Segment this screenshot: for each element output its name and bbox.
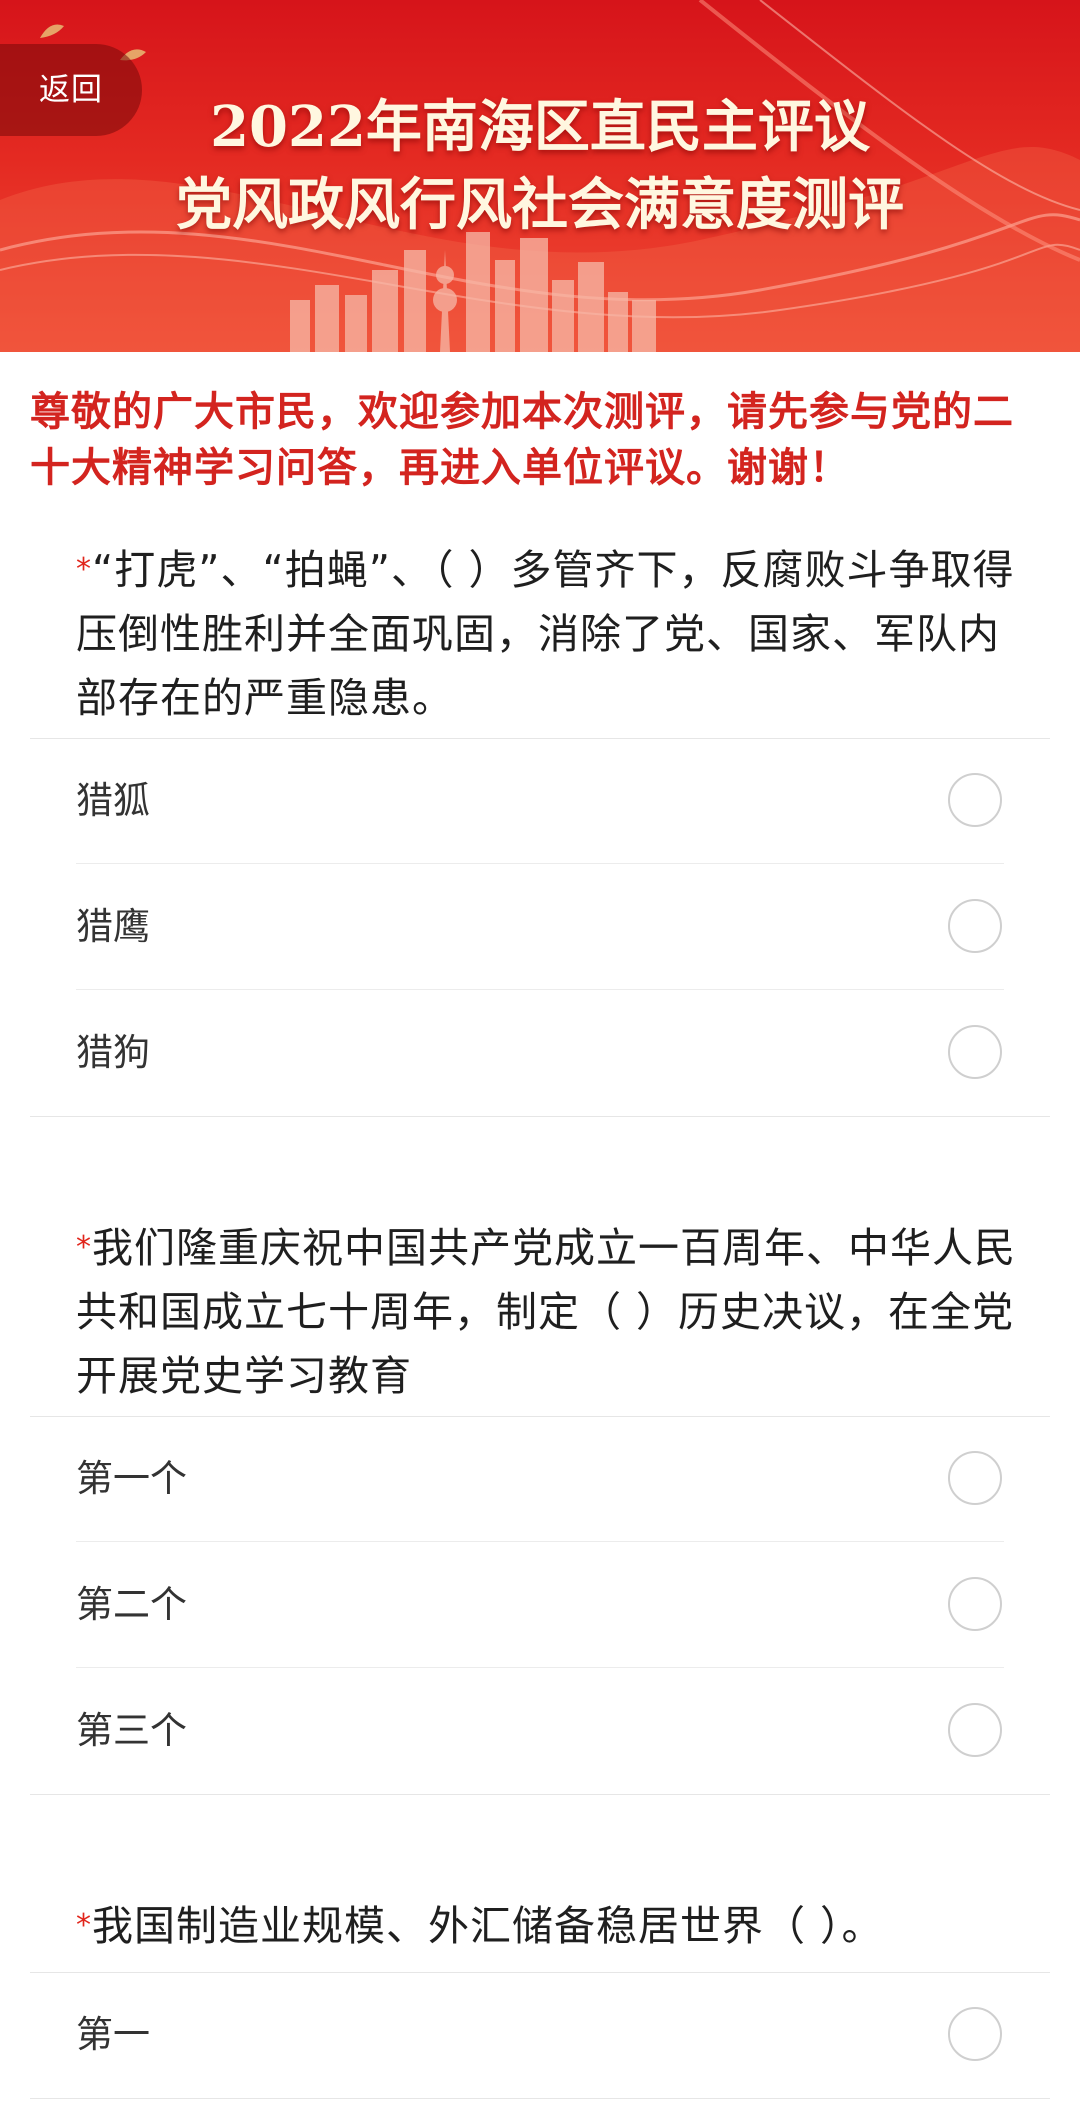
option-label: 第一个 [76,1457,187,1500]
radio-button[interactable] [948,773,1002,827]
option-label: 猎狐 [76,779,150,822]
option-label: 第二个 [76,1583,187,1626]
required-star: * [76,1908,92,1943]
page-title-line1: 2022年南海区直民主评议 [210,94,870,160]
welcome-notice: 尊敬的广大市民，欢迎参加本次测评，请先参与党的二十大精神学习问答，再进入单位评议… [30,389,1014,491]
divider [30,1116,1050,1117]
question-3: *我国制造业规模、外汇储备稳居世界（ ）。 [76,1894,1036,1958]
option-label: 第一 [76,2013,150,2056]
header-banner: 返回 2022年南海区直民主评议 党风政风行风社会满意度测评 [0,0,1080,352]
question-2: *我们隆重庆祝中国共产党成立一百周年、中华人民共和国成立七十周年，制定（ ）历史… [76,1216,1036,1408]
radio-button[interactable] [948,1703,1002,1757]
option-label: 猎鹰 [76,905,150,948]
option-q3-1[interactable]: 第一 [30,1972,1050,2098]
divider [30,2098,1050,2099]
option-q2-1[interactable]: 第一个 [30,1416,1050,1542]
divider [30,1794,1050,1795]
question-text: “打虎”、“拍蝇”、（ ）多管齐下，反腐败斗争取得压倒性胜利并全面巩固，消除了党… [76,546,1015,722]
radio-button[interactable] [948,899,1002,953]
option-q1-2[interactable]: 猎鹰 [30,864,1050,990]
option-q1-1[interactable]: 猎狐 [30,738,1050,864]
question-text: 我国制造业规模、外汇储备稳居世界（ ）。 [92,1902,884,1950]
required-star: * [76,552,92,587]
radio-button[interactable] [948,1577,1002,1631]
option-q2-3[interactable]: 第三个 [30,1668,1050,1794]
radio-button[interactable] [948,2007,1002,2061]
radio-button[interactable] [948,1025,1002,1079]
option-label: 猎狗 [76,1031,150,1074]
option-q2-2[interactable]: 第二个 [30,1542,1050,1668]
question-text: 我们隆重庆祝中国共产党成立一百周年、中华人民共和国成立七十周年，制定（ ）历史决… [76,1224,1016,1400]
radio-button[interactable] [948,1451,1002,1505]
page-title-line2: 党风政风行风社会满意度测评 [176,172,904,238]
option-q1-3[interactable]: 猎狗 [30,990,1050,1116]
question-1: *“打虎”、“拍蝇”、（ ）多管齐下，反腐败斗争取得压倒性胜利并全面巩固，消除了… [76,538,1036,730]
required-star: * [76,1230,92,1265]
option-label: 第三个 [76,1709,187,1752]
